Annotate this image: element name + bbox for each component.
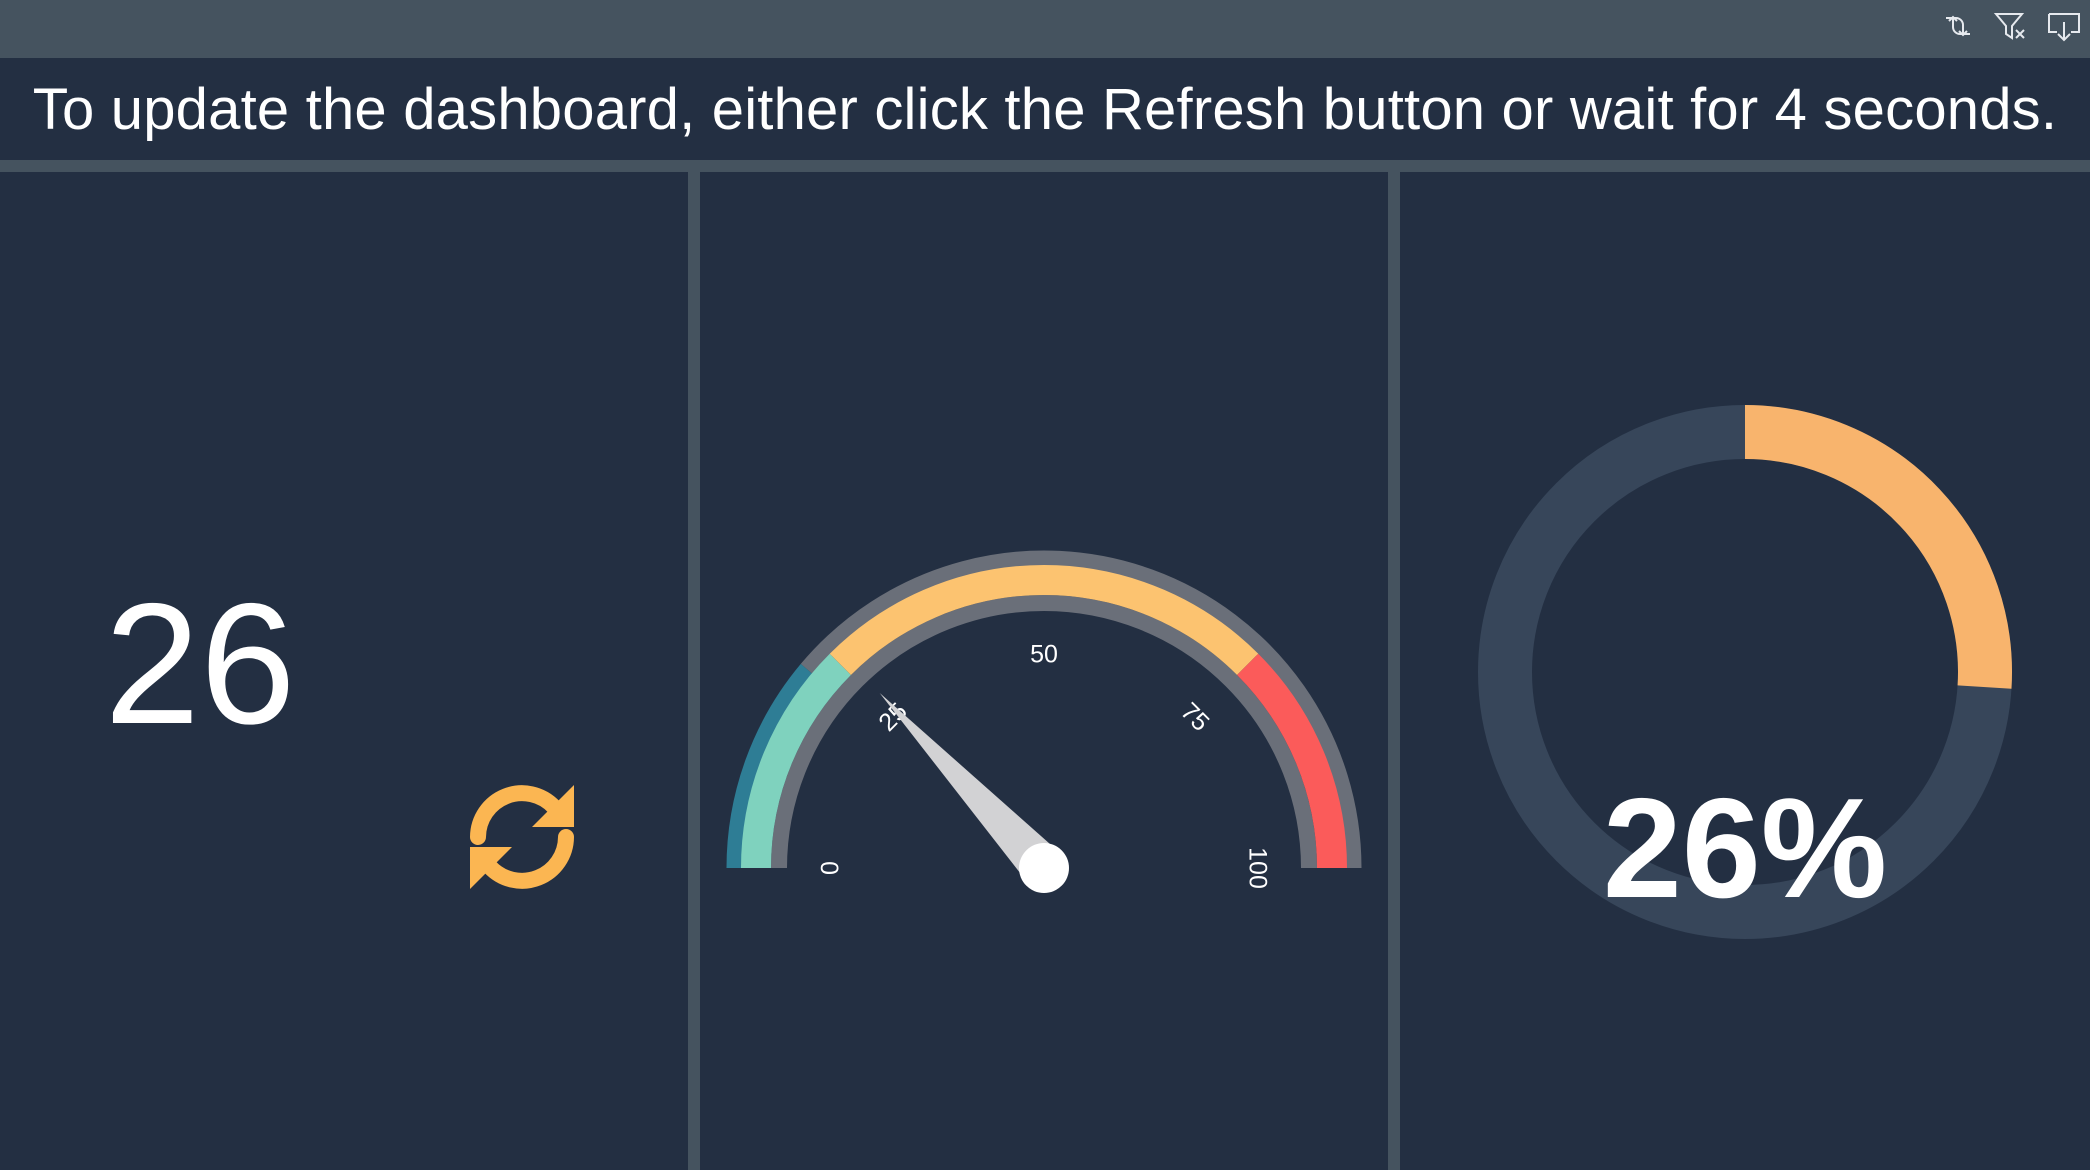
clear-filter-icon[interactable] bbox=[1990, 6, 2030, 46]
donut-percent-label: 26% bbox=[1602, 769, 1888, 928]
donut-panel: 26% bbox=[1400, 172, 2090, 1170]
donut-chart bbox=[1478, 405, 2012, 939]
gauge-tick-label: 100 bbox=[1243, 847, 1271, 889]
gauge-panel: 0 25 50 75 100 bbox=[700, 172, 1388, 1170]
gauge-tick-label: 0 bbox=[817, 861, 845, 875]
gauge-tick-label: 75 bbox=[1175, 697, 1214, 736]
gauge-needle-hub bbox=[1019, 843, 1069, 893]
gauge-tick-label: 50 bbox=[1030, 641, 1058, 669]
export-icon[interactable] bbox=[2044, 6, 2084, 46]
gauge-chart: 0 25 50 75 100 bbox=[726, 550, 1362, 893]
refresh-visual-icon[interactable] bbox=[1938, 6, 1978, 46]
kpi-panel: 26 bbox=[0, 172, 688, 1170]
banner-text: To update the dashboard, either click th… bbox=[32, 76, 2058, 142]
top-toolbar bbox=[0, 0, 2090, 58]
instruction-banner: To update the dashboard, either click th… bbox=[0, 58, 2090, 160]
gauge-tick-label: 25 bbox=[873, 697, 912, 736]
kpi-value: 26 bbox=[104, 568, 296, 760]
refresh-icon[interactable] bbox=[462, 777, 582, 897]
donut-fill-arc bbox=[1744, 405, 2012, 689]
